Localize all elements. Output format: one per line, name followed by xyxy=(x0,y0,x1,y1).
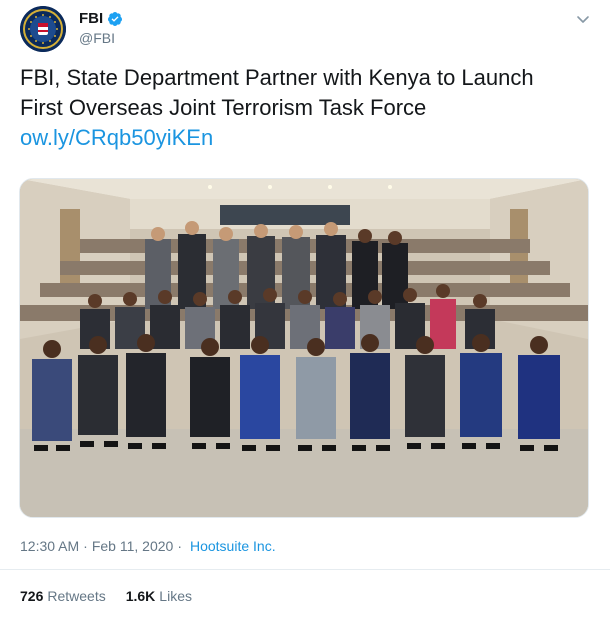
likes-stat[interactable]: 1.6K Likes xyxy=(126,588,192,604)
tweet-date[interactable]: Feb 11, 2020 xyxy=(92,538,173,554)
tweet-time[interactable]: 12:30 AM xyxy=(20,538,79,554)
tweet-link[interactable]: ow.ly/CRqb50yiKEn xyxy=(20,123,580,153)
fbi-seal-icon xyxy=(20,6,66,52)
display-name[interactable]: FBI xyxy=(79,10,103,27)
tweet-card: FBI @FBI FBI, State Department Partner w… xyxy=(0,0,610,618)
likes-count: 1.6K xyxy=(125,588,156,604)
avatar[interactable] xyxy=(20,6,66,52)
chevron-down-icon[interactable] xyxy=(574,10,592,28)
likes-label: Likes xyxy=(159,588,192,604)
tweet-metadata: 12:30 AM · Feb 11, 2020 · Hootsuite Inc. xyxy=(20,538,276,554)
account-handle[interactable]: @FBI xyxy=(79,30,115,46)
retweets-count: 726 xyxy=(20,588,44,604)
retweets-label: Retweets xyxy=(47,588,106,604)
tweet-text-line-1: FBI, State Department Partner with Kenya… xyxy=(20,65,534,90)
divider xyxy=(0,569,610,570)
group-photo-image xyxy=(20,179,588,517)
meta-separator: · xyxy=(177,538,182,554)
tweet-text: FBI, State Department Partner with Kenya… xyxy=(20,63,580,153)
tweet-photo[interactable] xyxy=(19,178,589,518)
tweet-stats: 726 Retweets 1.6K Likes xyxy=(20,588,212,604)
tweet-text-line-2: First Overseas Joint Terrorism Task Forc… xyxy=(20,95,427,120)
tweet-source-link[interactable]: Hootsuite Inc. xyxy=(190,538,276,554)
retweets-stat[interactable]: 726 Retweets xyxy=(20,588,106,604)
meta-separator: · xyxy=(83,538,88,554)
name-row: FBI xyxy=(79,10,123,27)
verified-badge-icon xyxy=(107,11,123,27)
